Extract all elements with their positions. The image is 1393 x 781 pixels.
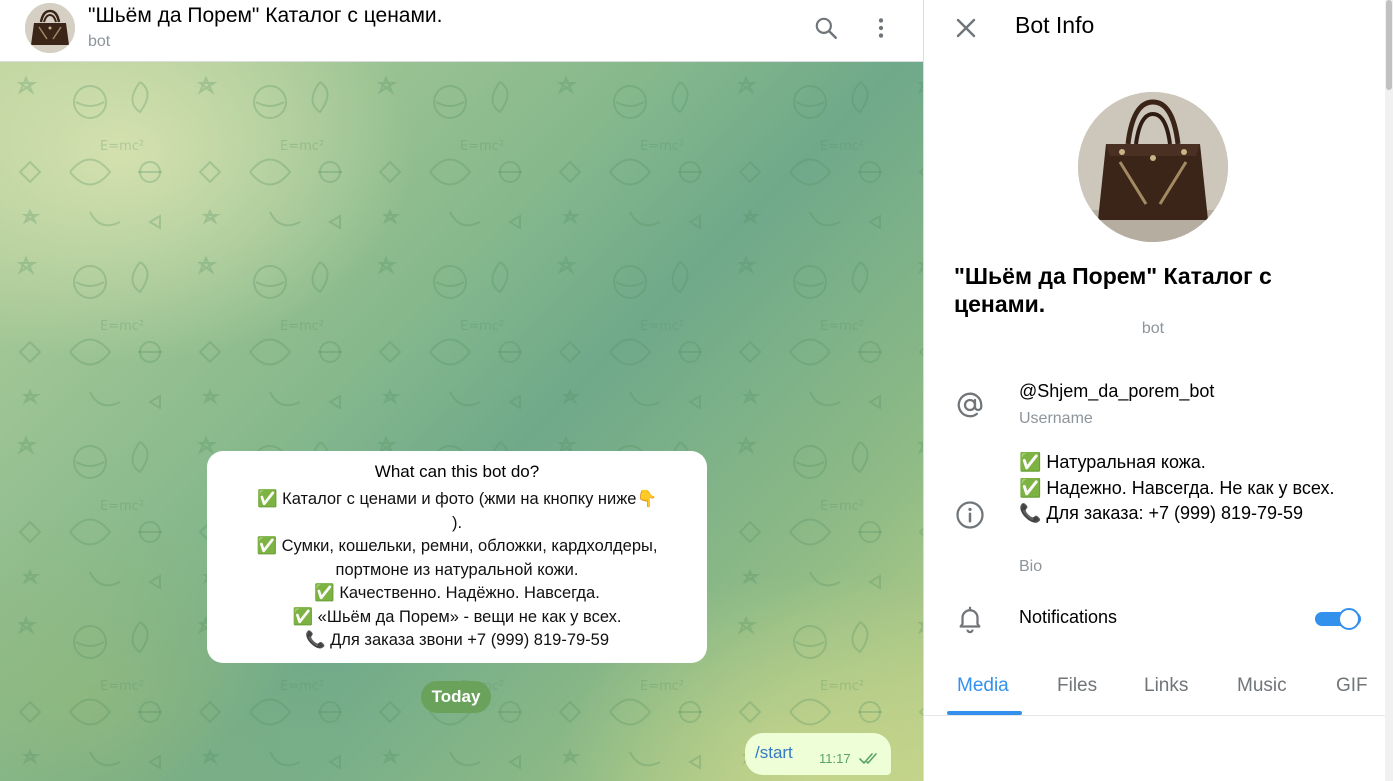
chat-title[interactable]: "Шьём да Порем" Каталог с ценами. <box>88 4 442 28</box>
outgoing-message[interactable]: /start 11:17 <box>745 733 891 775</box>
profile-photo[interactable] <box>1078 92 1228 242</box>
date-badge: Today <box>421 681 491 713</box>
bell-icon <box>954 603 986 635</box>
panel-scrollbar[interactable] <box>1385 0 1393 781</box>
bot-avatar[interactable] <box>25 3 75 53</box>
tab-media[interactable]: Media <box>957 675 1009 697</box>
chat-header[interactable]: "Шьём да Порем" Каталог с ценами. bot <box>0 0 923 62</box>
more-vertical-icon <box>878 18 884 38</box>
intro-line: ✅ «Шьём да Порем» - вещи не как у всех. <box>292 607 622 626</box>
search-icon <box>815 17 837 39</box>
chat-background: E=mc² What can this bot do? ✅ Каталог с … <box>0 62 923 781</box>
intro-title: What can this bot do? <box>374 462 540 481</box>
bot-name: "Шьём да Порем" Каталог с ценами. <box>954 263 1272 317</box>
panel-title: Bot Info <box>1015 12 1095 38</box>
tab-gif[interactable]: GIF <box>1336 675 1368 697</box>
more-menu-button[interactable] <box>863 10 899 46</box>
close-icon <box>956 18 976 38</box>
close-button[interactable] <box>948 10 984 46</box>
tab-links[interactable]: Links <box>1144 675 1188 697</box>
username-value[interactable]: @Shjem_da_porem_bot <box>1019 381 1214 402</box>
bot-info-panel: Bot Info "Шьём да Порем" Каталог с ценам… <box>923 0 1386 781</box>
intro-line: ✅ Сумки, кошельки, ремни, обложки, кардх… <box>256 537 658 555</box>
bio-label: Bio <box>1019 558 1043 575</box>
info-icon <box>954 499 986 531</box>
message-time: 11:17 <box>819 751 851 766</box>
username-label: Username <box>1019 410 1093 427</box>
bio-line: 📞 Для заказа: +7 (999) 819-79-59 <box>1019 503 1304 523</box>
search-button[interactable] <box>808 10 844 46</box>
chat-subtitle: bot <box>88 33 111 50</box>
intro-line: портмоне из натуральной кожи. <box>335 560 579 579</box>
bio-text[interactable]: ✅ Натуральная кожа. ✅ Надежно. Навсегда.… <box>1019 450 1349 527</box>
at-sign-icon <box>954 389 986 421</box>
notifications-label: Notifications <box>1019 607 1118 627</box>
intro-line: ✅ Качественно. Надёжно. Навсегда. <box>314 584 600 602</box>
notifications-toggle[interactable] <box>1315 608 1361 630</box>
bio-line: ✅ Натуральная кожа. <box>1019 452 1206 472</box>
scrollbar-thumb[interactable] <box>1386 0 1392 90</box>
intro-line: 📞 Для заказа звони +7 (999) 819-79-59 <box>304 631 610 649</box>
bio-line: ✅ Надежно. Навсегда. Не как у всех. <box>1019 477 1335 498</box>
double-check-icon <box>859 753 877 764</box>
bot-intro-card: What can this bot do? ✅ Каталог с ценами… <box>207 451 707 663</box>
tab-files[interactable]: Files <box>1057 675 1097 697</box>
active-tab-indicator <box>947 711 1022 715</box>
message-text[interactable]: /start <box>755 743 793 763</box>
tab-music[interactable]: Music <box>1237 675 1287 697</box>
doodle-pattern: E=mc² <box>0 62 923 781</box>
shared-media-tabs: Media Files Links Music GIF <box>924 660 1386 716</box>
chat-area: "Шьём да Порем" Каталог с ценами. bot Wh… <box>0 0 923 781</box>
intro-line: ). <box>451 513 463 532</box>
intro-line: ✅ Каталог с ценами и фото (жми на кнопку… <box>256 490 658 508</box>
toggle-knob <box>1338 608 1360 630</box>
bot-type: bot <box>1141 320 1165 337</box>
